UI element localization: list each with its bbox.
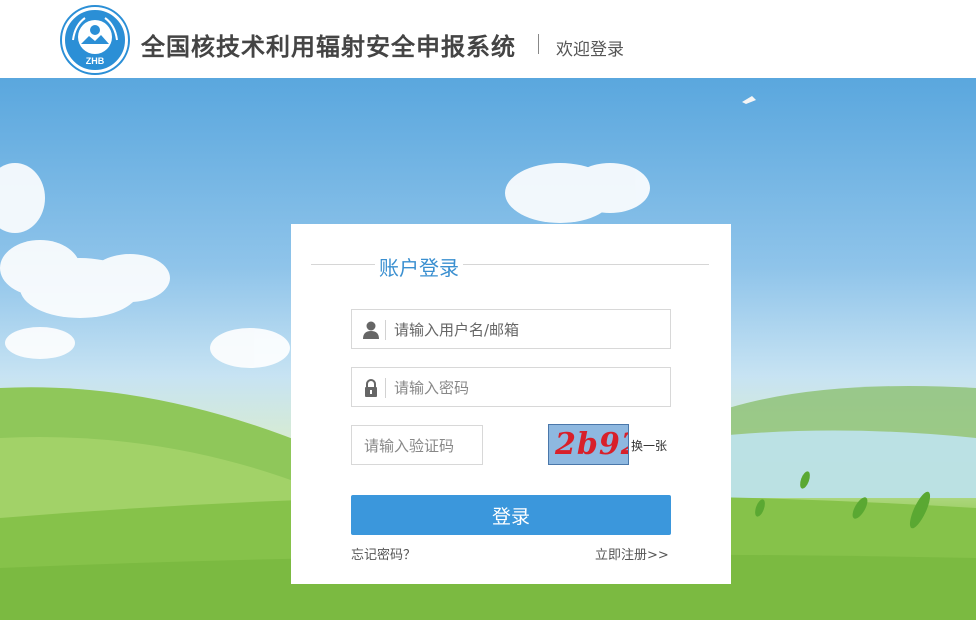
refresh-captcha-link[interactable]: 换一张 bbox=[631, 437, 667, 454]
zhb-logo-emblem: ZHB bbox=[66, 11, 124, 69]
title-divider bbox=[538, 34, 539, 54]
forgot-password-link[interactable]: 忘记密码？ bbox=[351, 544, 416, 563]
username-input[interactable] bbox=[394, 319, 664, 341]
zhb-logo: ZHB bbox=[62, 7, 128, 73]
captcha-input[interactable] bbox=[364, 435, 476, 457]
captcha-field[interactable] bbox=[351, 425, 483, 465]
register-link[interactable]: 立即注册>> bbox=[595, 544, 669, 563]
field-divider bbox=[385, 320, 386, 340]
password-field[interactable] bbox=[351, 367, 671, 407]
welcome-text: 欢迎登录 bbox=[556, 40, 624, 60]
site-header: ZHB 全国核技术利用辐射安全申报系统 欢迎登录 bbox=[0, 0, 976, 78]
captcha-code: 2b92 bbox=[555, 427, 628, 462]
lock-icon bbox=[361, 378, 381, 398]
site-title: 全国核技术利用辐射安全申报系统 bbox=[141, 33, 516, 61]
login-panel: 账户登录 2b92 换一张 登录 忘记密码？ 立即注册>> bbox=[291, 224, 731, 584]
title-line-right bbox=[463, 264, 709, 265]
username-field[interactable] bbox=[351, 309, 671, 349]
field-divider bbox=[385, 378, 386, 398]
captcha-image[interactable]: 2b92 bbox=[548, 424, 629, 465]
panel-title: 账户登录 bbox=[379, 252, 459, 281]
title-line-left bbox=[311, 264, 375, 265]
password-input[interactable] bbox=[394, 377, 664, 399]
login-button[interactable]: 登录 bbox=[351, 495, 671, 535]
user-icon bbox=[361, 320, 381, 340]
logo-text: ZHB bbox=[86, 56, 105, 66]
